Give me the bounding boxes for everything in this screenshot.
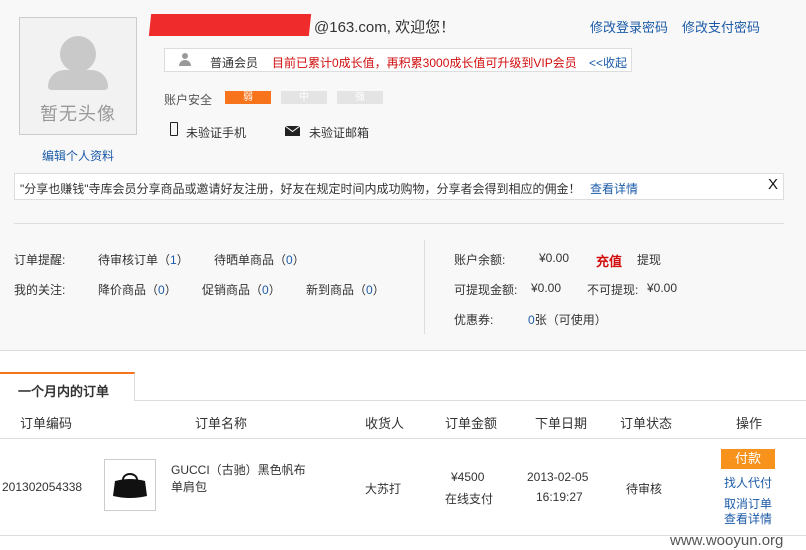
security-level-weak: 弱	[225, 91, 271, 104]
tab-month-orders[interactable]: 一个月内的订单	[0, 372, 135, 401]
column-order-id: 订单编码	[20, 416, 73, 431]
close-icon[interactable]: X	[768, 176, 778, 193]
member-level: 普通会员	[210, 56, 259, 70]
recharge-button[interactable]: 充值	[596, 251, 622, 270]
column-amount: 订单金额	[445, 416, 498, 431]
receiver-name: 大苏打	[365, 482, 402, 496]
avatar-head-shape	[60, 36, 96, 72]
column-order-name: 订单名称	[195, 416, 248, 431]
promo-goods-link[interactable]: 促销商品（0）	[202, 281, 281, 298]
order-id: 201302054338	[2, 480, 83, 494]
pending-orders-count: 1	[170, 253, 177, 267]
promo-goods-count: 0	[262, 283, 269, 297]
avatar: 暂无头像	[19, 17, 137, 135]
watermark: www.wooyun.org	[670, 532, 784, 549]
price-drop-count: 0	[158, 283, 165, 297]
coupon-link[interactable]: 0张（可使用）	[528, 311, 607, 328]
withdrawable-label: 可提现金额:	[454, 283, 518, 297]
profile-panel: 暂无头像 编辑个人资料 @163.com, 欢迎您！ 修改登录密码 修改支付密码…	[0, 0, 806, 350]
proxy-pay-link[interactable]: 找人代付	[724, 474, 772, 491]
user-icon	[179, 53, 191, 67]
order-amount: ¥4500	[451, 470, 485, 484]
new-arrival-count: 0	[366, 283, 373, 297]
balance-value: ¥0.00	[539, 251, 570, 265]
phone-icon	[170, 122, 178, 136]
order-detail-link[interactable]: 查看详情	[724, 510, 772, 527]
divider	[0, 350, 806, 351]
security-level-strong: 强	[337, 91, 383, 104]
non-withdrawable-value: ¥0.00	[647, 281, 678, 295]
price-drop-link[interactable]: 降价商品（0）	[98, 281, 177, 298]
new-arrival-link[interactable]: 新到商品（0）	[306, 281, 385, 298]
coupon-label: 优惠券:	[454, 313, 494, 327]
withdrawable-value: ¥0.00	[531, 281, 562, 295]
product-name-link[interactable]: GUCCI（古驰）黑色帆布 单肩包	[171, 462, 306, 496]
column-actions: 操作	[736, 416, 763, 431]
pay-button[interactable]: 付款	[721, 449, 775, 469]
my-follow-label: 我的关注:	[14, 283, 66, 297]
non-withdrawable-label: 不可提现:	[587, 283, 639, 297]
review-goods-link[interactable]: 待晒单商品（0）	[214, 251, 305, 268]
balance-label: 账户余额:	[454, 253, 506, 267]
column-date: 下单日期	[535, 416, 588, 431]
review-goods-count: 0	[286, 253, 293, 267]
divider	[0, 438, 806, 439]
column-status: 订单状态	[620, 416, 673, 431]
share-earn-banner: "分享也赚钱"寺库会员分享商品或邀请好友注册，好友在规定时间内成功购物，分享者会…	[14, 173, 784, 200]
verify-email-link[interactable]: 未验证邮箱	[309, 124, 369, 141]
handbag-icon	[113, 473, 147, 498]
order-time: 16:19:27	[536, 490, 583, 504]
change-login-password-link[interactable]: 修改登录密码	[590, 17, 668, 36]
order-reminder-label: 订单提醒:	[14, 253, 66, 267]
mail-icon	[285, 126, 300, 136]
share-banner-text: "分享也赚钱"寺库会员分享商品或邀请好友注册，好友在规定时间内成功购物，分享者会…	[20, 182, 581, 196]
member-info-box: 普通会员 目前已累计0成长值，再积累3000成长值可升级到VIP会员 <<收起	[164, 48, 632, 72]
verify-phone-link[interactable]: 未验证手机	[186, 124, 246, 141]
username-redaction	[148, 14, 312, 36]
avatar-body-shape	[48, 70, 108, 90]
order-status: 待审核	[626, 482, 663, 496]
pending-orders-link[interactable]: 待审核订单（1）	[98, 251, 189, 268]
welcome-text: @163.com, 欢迎您！	[314, 19, 456, 36]
security-label: 账户安全	[164, 93, 213, 107]
edit-profile-link[interactable]: 编辑个人资料	[42, 147, 114, 164]
divider	[14, 223, 784, 224]
share-detail-link[interactable]: 查看详情	[590, 180, 638, 197]
security-level-medium: 中	[281, 91, 327, 104]
avatar-placeholder-text: 暂无头像	[40, 104, 116, 124]
change-payment-password-link[interactable]: 修改支付密码	[682, 17, 760, 36]
column-receiver: 收货人	[365, 416, 405, 431]
order-date: 2013-02-05	[527, 470, 589, 484]
withdraw-button[interactable]: 提现	[637, 251, 661, 268]
product-thumbnail[interactable]	[104, 459, 156, 511]
vertical-divider	[424, 240, 425, 334]
member-growth-note: 目前已累计0成长值，再积累3000成长值可升级到VIP会员	[272, 56, 577, 70]
collapse-link[interactable]: <<收起	[589, 54, 627, 71]
pay-method: 在线支付	[445, 492, 494, 506]
coupon-count: 0	[528, 313, 535, 327]
